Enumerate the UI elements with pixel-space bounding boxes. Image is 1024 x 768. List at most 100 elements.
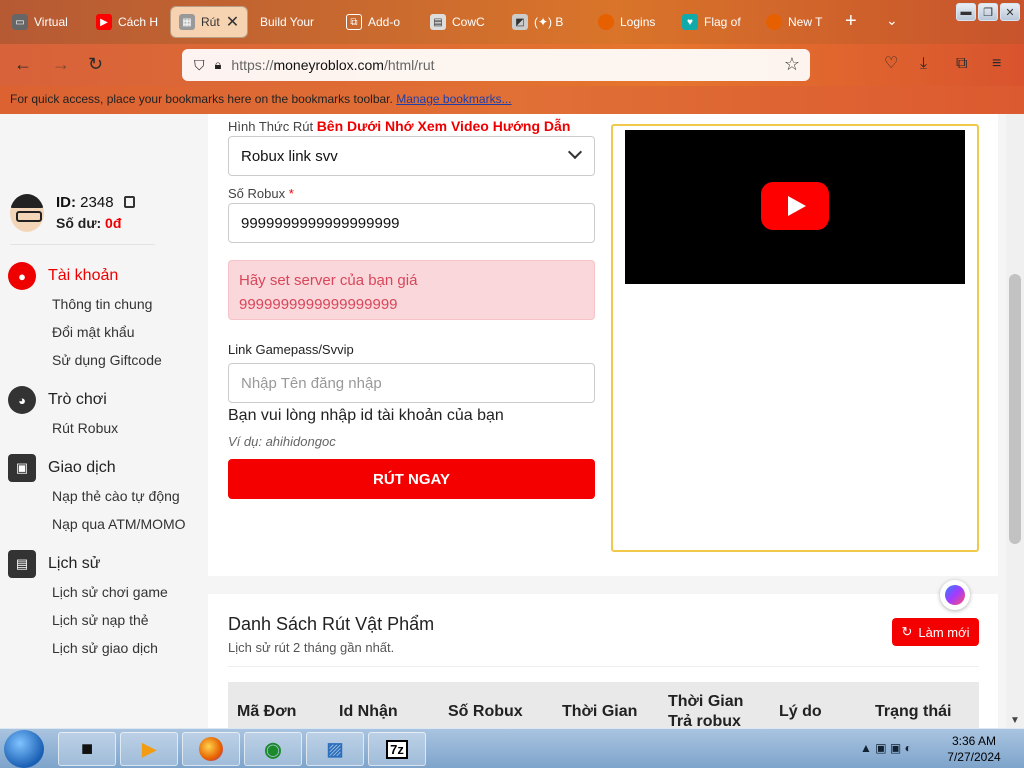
bookmarks-toolbar: For quick access, place your bookmarks h…	[0, 86, 1024, 114]
menu-group-account: ● Tài khoản Thông tin chung Đổi mật khẩu…	[8, 262, 162, 374]
url-bar[interactable]: ⛉ 🔒︎ https://moneyroblox.com/html/rut ☆	[182, 49, 810, 81]
tab-flag[interactable]: ♥ Flag of	[674, 6, 756, 38]
scroll-down-arrow-icon[interactable]: ▼	[1010, 715, 1020, 726]
new-tab-plus-icon[interactable]: +	[845, 10, 857, 33]
pocket-icon[interactable]: ♡	[884, 54, 898, 74]
method-select-value: Robux link svv	[241, 147, 338, 165]
tab-label: CowC	[452, 15, 485, 29]
messenger-icon	[945, 585, 965, 605]
taskbar-7zip[interactable]: 7z	[368, 732, 426, 766]
menu-hamburger-icon[interactable]: ≡	[992, 54, 1001, 74]
refresh-button[interactable]: ↻ Làm mới	[892, 618, 979, 646]
shield-icon[interactable]: ⛉	[194, 57, 205, 74]
column-header: Số Robux	[448, 703, 523, 720]
tab-cowc[interactable]: ▤ CowC	[422, 6, 502, 38]
taskbar-image-viewer[interactable]: ▨	[306, 732, 364, 766]
url-host: moneyroblox.com	[273, 57, 384, 73]
tab-virtual[interactable]: ▭ Virtual	[4, 6, 86, 38]
youtube-play-icon[interactable]	[761, 182, 829, 230]
tab-rut-active[interactable]: ▦ Rút ✕	[170, 6, 248, 38]
refresh-label: Làm mới	[918, 624, 970, 640]
required-mark: *	[288, 186, 294, 201]
media-player-icon: ▶	[142, 738, 156, 759]
tab-build-your[interactable]: Build Your	[252, 6, 336, 38]
menu-head-games[interactable]: ◕ Trò chơi	[8, 386, 118, 414]
minimize-window-button[interactable]: ▬	[956, 3, 976, 21]
menu-head-label: Tài khoản	[48, 267, 119, 284]
extensions-icon[interactable]: ⧉	[956, 54, 967, 74]
download-icon[interactable]: ⤓	[920, 54, 927, 74]
refresh-icon: ↻	[901, 624, 913, 639]
tab-b[interactable]: ◩ (✦) B	[504, 6, 588, 38]
sidebar-item-card-topup[interactable]: Nạp thẻ cào tự động	[52, 482, 186, 510]
alert-value: 9999999999999999999	[239, 296, 398, 313]
system-tray-icons[interactable]: ▲ ▣ ▣ ◐	[860, 741, 912, 755]
menu-head-history[interactable]: ▤ Lịch sử	[8, 550, 168, 578]
messenger-chat-button[interactable]	[940, 580, 970, 610]
back-arrow-icon[interactable]: ←	[14, 54, 32, 74]
sidebar-item-withdraw-robux[interactable]: Rút Robux	[52, 414, 118, 442]
sidebar-item-topup-history[interactable]: Lịch sử nạp thẻ	[52, 606, 168, 634]
list-tabs-chevron-icon[interactable]: ⌄	[886, 12, 898, 29]
scrollbar-thumb[interactable]	[1009, 274, 1021, 544]
clock-date: 7/27/2024	[947, 750, 1001, 764]
bookmark-star-icon[interactable]: ☆	[784, 54, 800, 75]
pacman-icon: ◕	[8, 386, 36, 414]
taskbar-download-manager[interactable]: ◉	[244, 732, 302, 766]
menu-head-account[interactable]: ● Tài khoản	[8, 262, 162, 290]
copy-icon[interactable]	[123, 196, 135, 208]
wiki-tab-icon: ♥	[682, 14, 698, 30]
reload-icon[interactable]: ↻	[88, 54, 103, 74]
clipboard-icon: ▤	[8, 550, 36, 578]
taskbar-firefox[interactable]	[182, 732, 240, 766]
method-select[interactable]: Robux link svv	[228, 136, 595, 176]
page-scrollbar[interactable]: ▼	[1006, 114, 1024, 728]
windows-taskbar: ■ ▶ ◉ ▨ 7z ▲ ▣ ▣ ◐ 3:36 AM 7/27/2024	[0, 728, 1024, 768]
close-window-button[interactable]: ✕	[1000, 3, 1020, 21]
withdraw-now-button[interactable]: RÚT NGAY	[228, 459, 595, 499]
tab-new[interactable]: New T	[758, 6, 840, 38]
start-button[interactable]	[4, 730, 44, 768]
sidebar-item-transaction-history[interactable]: Lịch sử giao dịch	[52, 634, 168, 662]
url-protocol: https://	[231, 57, 274, 73]
robux-amount-input[interactable]: 9999999999999999999	[228, 203, 595, 243]
withdraw-card: Hình Thức Rút Bên Dưới Nhớ Xem Video Hướ…	[208, 114, 998, 576]
link-gamepass-label: Link Gamepass/Svvip	[228, 342, 354, 357]
taskbar-clock[interactable]: 3:36 AM 7/27/2024	[934, 733, 1014, 765]
browser-nav-bar: ← → ↻ ⛉ 🔒︎ https://moneyroblox.com/html/…	[0, 44, 1024, 86]
example-text: Ví dụ: ahihidongoc	[228, 434, 336, 449]
tab-addons[interactable]: ⧉ Add-o	[338, 6, 420, 38]
user-icon: ●	[8, 262, 36, 290]
manage-bookmarks-link[interactable]: Manage bookmarks...	[396, 92, 511, 106]
column-header: Mã Đơn	[237, 703, 297, 720]
link-gamepass-placeholder: Nhập Tên đăng nhập	[241, 374, 382, 392]
menu-group-games: ◕ Trò chơi Rút Robux	[8, 386, 118, 442]
tab-logins[interactable]: Logins	[590, 6, 672, 38]
sidebar-item-giftcode[interactable]: Sử dụng Giftcode	[52, 346, 162, 374]
avatar	[10, 194, 44, 232]
lock-icon[interactable]: 🔒︎	[215, 57, 222, 73]
menu-group-history: ▤ Lịch sử Lịch sử chơi game Lịch sử nạp …	[8, 550, 168, 662]
user-id: ID: 2348	[56, 194, 135, 211]
close-tab-icon[interactable]: ✕	[226, 12, 239, 32]
sidebar-item-game-history[interactable]: Lịch sử chơi game	[52, 578, 168, 606]
tab-youtube[interactable]: ▶ Cách H	[88, 6, 168, 38]
firefox-icon	[199, 737, 223, 761]
link-gamepass-input[interactable]: Nhập Tên đăng nhập	[228, 363, 595, 403]
youtube-video-player[interactable]	[625, 130, 965, 284]
taskbar-media-player[interactable]: ▶	[120, 732, 178, 766]
robux-label-text: Số Robux	[228, 186, 286, 201]
menu-head-transactions[interactable]: ▣ Giao dịch	[8, 454, 186, 482]
taskbar-virtualbox[interactable]: ■	[58, 732, 116, 766]
forward-arrow-icon[interactable]: →	[52, 54, 70, 74]
sidebar-item-general-info[interactable]: Thông tin chung	[52, 290, 162, 318]
chevron-down-icon	[567, 144, 583, 160]
sidebar-item-atm-momo[interactable]: Nạp qua ATM/MOMO	[52, 510, 186, 538]
maximize-window-button[interactable]: ❐	[978, 3, 998, 21]
browser-tab-bar: ▭ Virtual ▶ Cách H ▦ Rút ✕ Build Your ⧉ …	[0, 0, 1024, 44]
puzzle-tab-icon: ⧉	[346, 14, 362, 30]
url-path: /html/rut	[383, 57, 435, 73]
wallet-icon: ▣	[8, 454, 36, 482]
tab-label: New T	[788, 15, 823, 29]
sidebar-item-change-password[interactable]: Đổi mật khẩu	[52, 318, 162, 346]
